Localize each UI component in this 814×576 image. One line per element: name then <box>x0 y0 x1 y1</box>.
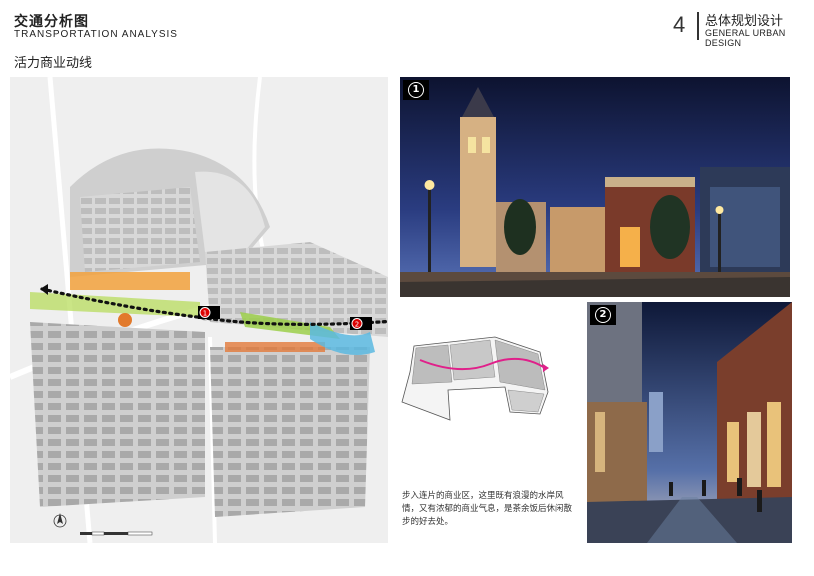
map-marker-2: 2 <box>350 317 372 330</box>
map-marker-1: 1 <box>198 306 220 319</box>
night-rendering-1-image <box>400 77 790 297</box>
photo-2-badge: 2 <box>590 305 616 325</box>
night-rendering-2-image <box>587 302 792 543</box>
site-plan-drawing: 1 2 <box>8 76 402 544</box>
section-title: 总体规划设计 <box>705 14 784 29</box>
scale-bar <box>80 531 153 536</box>
photo-1-badge: 1 <box>403 80 429 100</box>
photo-2-number: 2 <box>595 307 611 323</box>
page-title: 交通分析图 <box>14 14 89 30</box>
map-marker-1-label: 1 <box>203 310 207 318</box>
section-title-english: GENERAL URBAN DESIGN <box>705 28 786 48</box>
divider <box>697 12 699 40</box>
section-subtitle: 活力商业动线 <box>14 56 93 71</box>
night-rendering-photo-1: 1 <box>400 77 790 297</box>
site-plan-map: 1 2 <box>8 76 402 544</box>
route-key-diagram <box>401 336 549 421</box>
page-title-english: TRANSPORTATION ANALYSIS <box>14 29 178 40</box>
map-marker-2-label: 2 <box>355 321 359 329</box>
description-text: 步入连片的商业区，这里既有浪漫的水岸风情，又有浓郁的商业气息，是茶余饭后休闲散步… <box>402 491 573 527</box>
photo-1-number: 1 <box>408 82 424 98</box>
commercial-route-key-diagram <box>400 332 552 424</box>
page-number: 4 <box>673 12 686 37</box>
night-rendering-photo-2: 2 <box>587 302 792 543</box>
